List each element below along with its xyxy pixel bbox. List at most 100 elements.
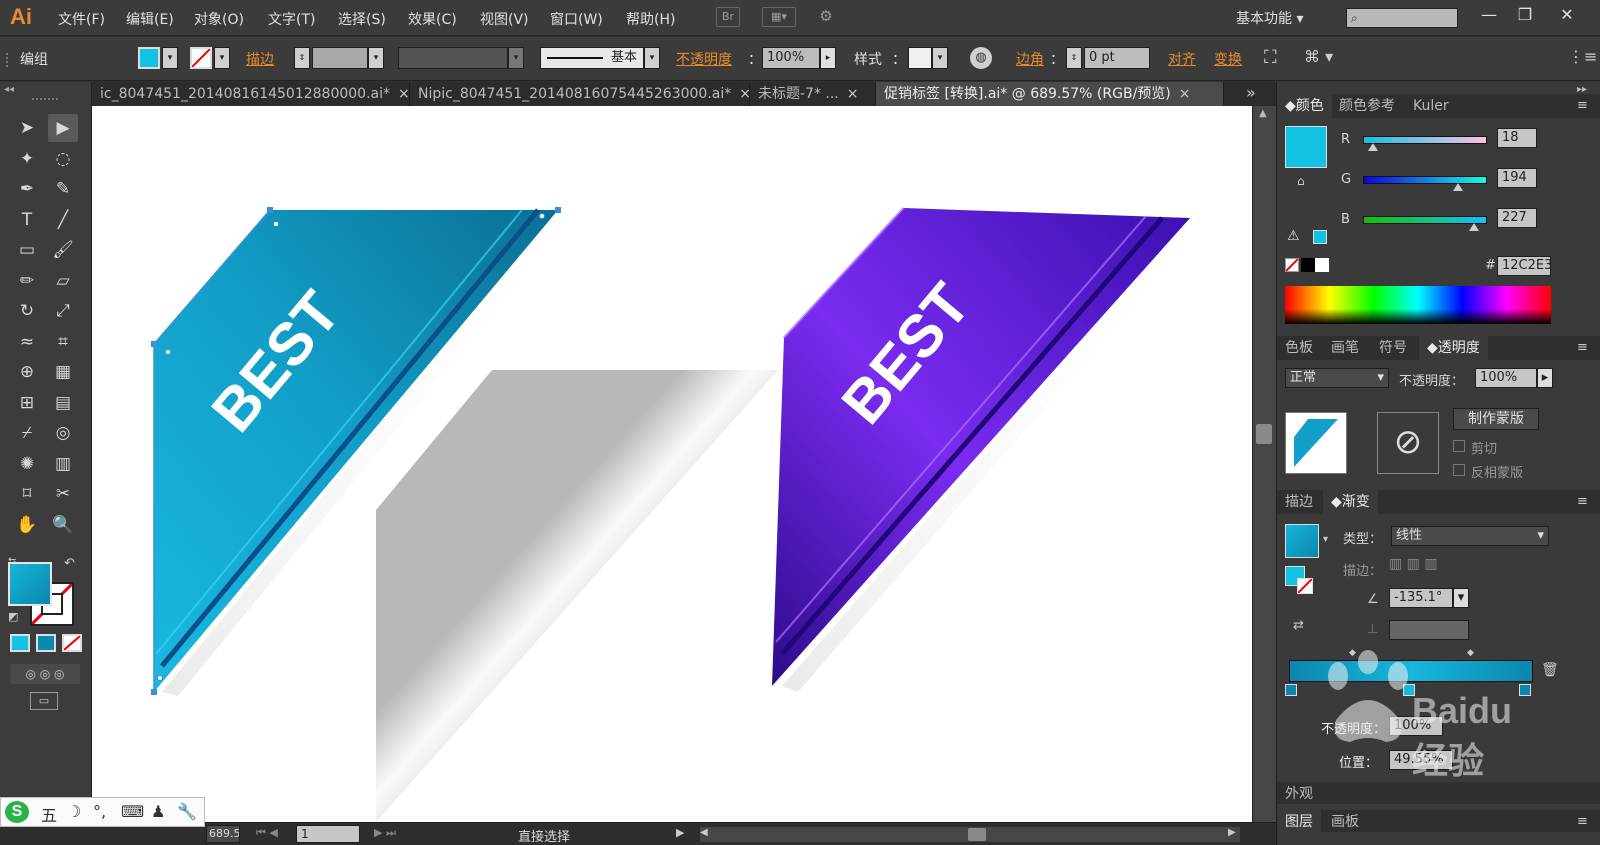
rectangle-icon[interactable]: ▭ (12, 236, 42, 264)
artboard-nav-last-icon[interactable]: ▶ ⏭ (374, 826, 396, 840)
b-slider[interactable] (1363, 216, 1487, 231)
corner-stepper[interactable]: ⇕ (1066, 47, 1082, 69)
document-tab-3[interactable]: 未标题-7* ... × (750, 82, 876, 106)
menu-object[interactable]: 对象(O) (194, 9, 244, 29)
document-tab-1[interactable]: ic_8047451_20140816145012880000.ai* × (92, 82, 410, 106)
horizontal-scrollbar[interactable]: ◀ ▶ (700, 827, 1240, 842)
sogou-logo-icon[interactable]: S (5, 801, 29, 823)
opacity-arrow[interactable]: ▸ (1537, 368, 1553, 388)
invert-mask-checkbox[interactable] (1453, 464, 1465, 476)
hand-icon[interactable]: ✋ (12, 511, 42, 539)
scroll-left-icon[interactable]: ◀ (700, 827, 708, 838)
variable-width-profile[interactable] (398, 47, 508, 69)
opacity-input[interactable]: 100% (1475, 368, 1537, 388)
canvas-area[interactable]: BEST BEST (92, 106, 1276, 822)
r-slider-thumb[interactable] (1367, 143, 1378, 151)
graphic-style-dropdown[interactable]: ▾ (932, 47, 948, 69)
graphic-style-swatch[interactable] (908, 47, 932, 69)
close-button[interactable]: ✕ (1550, 4, 1584, 28)
mask-thumbnail[interactable]: ⊘ (1377, 412, 1439, 474)
zoom-input[interactable]: 689.57 (206, 825, 240, 843)
stroke-swatch[interactable] (190, 47, 212, 69)
selection-icon[interactable]: ➤ (12, 114, 42, 142)
scroll-thumb[interactable] (968, 828, 986, 841)
menu-edit[interactable]: 编辑(E) (126, 9, 174, 29)
opacity-arrow[interactable]: ▸ (820, 47, 836, 69)
blend-icon[interactable]: ◎ (48, 419, 78, 447)
gradient-stroke-icon[interactable] (1297, 578, 1313, 594)
corner-widget[interactable] (539, 213, 545, 219)
zoom-icon[interactable]: 🔍 (48, 511, 78, 539)
tab-color[interactable]: ◆颜色 (1277, 94, 1332, 118)
align-link[interactable]: 对齐 (1168, 49, 1196, 69)
tab-swatches[interactable]: 色板 (1277, 336, 1321, 360)
g-slider[interactable] (1363, 176, 1487, 191)
arrange-documents-icon[interactable]: ▦▾ (762, 7, 796, 27)
control-panel-menu-icon[interactable]: ⋮≡ (1568, 47, 1597, 66)
moon-icon[interactable]: ☽ (67, 802, 81, 821)
minimize-button[interactable]: — (1472, 4, 1506, 28)
artboard-number-input[interactable]: 1 (296, 825, 360, 843)
direct-selection-icon[interactable]: ▶ (48, 114, 78, 142)
b-slider-thumb[interactable] (1469, 223, 1480, 231)
tab-symbols[interactable]: 符号 (1371, 336, 1415, 360)
r-slider[interactable] (1363, 136, 1487, 151)
gpu-performance-icon[interactable]: ⚙ (814, 7, 838, 27)
color-spectrum[interactable] (1285, 286, 1551, 324)
collapse-toolbox-icon[interactable]: ◂◂ (4, 84, 14, 95)
stroke-gradient-options[interactable]: ▥ ▥ ▥ (1389, 556, 1473, 578)
eyedropper-icon[interactable]: ⌿ (12, 419, 42, 447)
tab-gradient[interactable]: ◆渐变 (1323, 490, 1378, 514)
magic-wand-icon[interactable]: ✦ (12, 145, 42, 173)
scale-icon[interactable]: ⤢ (48, 297, 78, 325)
gradient-preset-dropdown[interactable]: ▾ (1323, 534, 1328, 545)
make-mask-button[interactable]: 制作蒙版 (1453, 408, 1539, 430)
fill-swatch[interactable] (138, 47, 160, 69)
white-color-icon[interactable] (1315, 258, 1329, 272)
rotate-icon[interactable]: ↻ (12, 297, 42, 325)
isolate-group-icon[interactable]: ⛶ (1264, 47, 1277, 68)
artboard-nav-first-icon[interactable]: ⏮ ◀ (256, 826, 278, 840)
pen-icon[interactable]: ✒ (12, 175, 42, 203)
panel-grip[interactable] (6, 53, 9, 67)
aspect-ratio-input[interactable] (1389, 620, 1469, 640)
search-input[interactable]: ⌕ (1346, 8, 1458, 28)
black-color-icon[interactable] (1301, 258, 1315, 272)
default-colors-icon[interactable]: ◩ (8, 610, 18, 623)
ime-mode[interactable]: 五 (41, 802, 57, 826)
menu-select[interactable]: 选择(S) (338, 9, 386, 29)
menu-effect[interactable]: 效果(C) (408, 9, 457, 29)
anchor-point[interactable] (267, 207, 273, 213)
stroke-weight-dropdown[interactable]: ▾ (368, 47, 384, 69)
graph-icon[interactable]: ▦ (48, 358, 78, 386)
brush-definition-dropdown[interactable]: ▾ (644, 47, 660, 69)
slice-icon[interactable]: ✂ (48, 480, 78, 508)
anchor-point[interactable] (555, 207, 561, 213)
curvature-icon[interactable]: ✎ (48, 175, 78, 203)
clip-checkbox[interactable] (1453, 440, 1465, 452)
workspace-switcher[interactable]: 基本功能 ▾ (1236, 8, 1303, 28)
brush-definition[interactable]: 基本 (540, 47, 644, 69)
gradient-stop[interactable] (1285, 684, 1297, 696)
tab-kuler[interactable]: Kuler (1405, 94, 1457, 118)
panel-menu-icon[interactable]: ≡ (1577, 340, 1588, 355)
corner-widget[interactable] (273, 221, 279, 227)
tab-layers[interactable]: 图层 (1277, 810, 1321, 834)
gray-ribbon-shape[interactable] (376, 370, 778, 822)
corner-widget[interactable] (157, 675, 163, 681)
menu-view[interactable]: 视图(V) (480, 9, 529, 29)
gamut-warning-icon[interactable]: ⚠ (1287, 228, 1300, 244)
corner-widget[interactable] (165, 349, 171, 355)
transform-link[interactable]: 变换 (1214, 49, 1242, 69)
user-icon[interactable]: ♟ (151, 802, 165, 821)
stroke-dropdown[interactable]: ▾ (214, 47, 230, 69)
tab-appearance[interactable]: 外观 (1277, 782, 1321, 806)
screen-mode-icon[interactable]: ▭ (30, 692, 58, 710)
g-value-input[interactable]: 194 (1497, 168, 1537, 188)
r-value-input[interactable]: 18 (1497, 128, 1537, 148)
recolor-artwork-icon[interactable]: ◍ (970, 47, 992, 69)
current-color-swatch[interactable] (1285, 126, 1327, 168)
fill-box[interactable] (8, 562, 52, 606)
gradient-angle-input[interactable]: -135.1° (1389, 588, 1453, 608)
gradient-preview-swatch[interactable] (1285, 524, 1319, 558)
